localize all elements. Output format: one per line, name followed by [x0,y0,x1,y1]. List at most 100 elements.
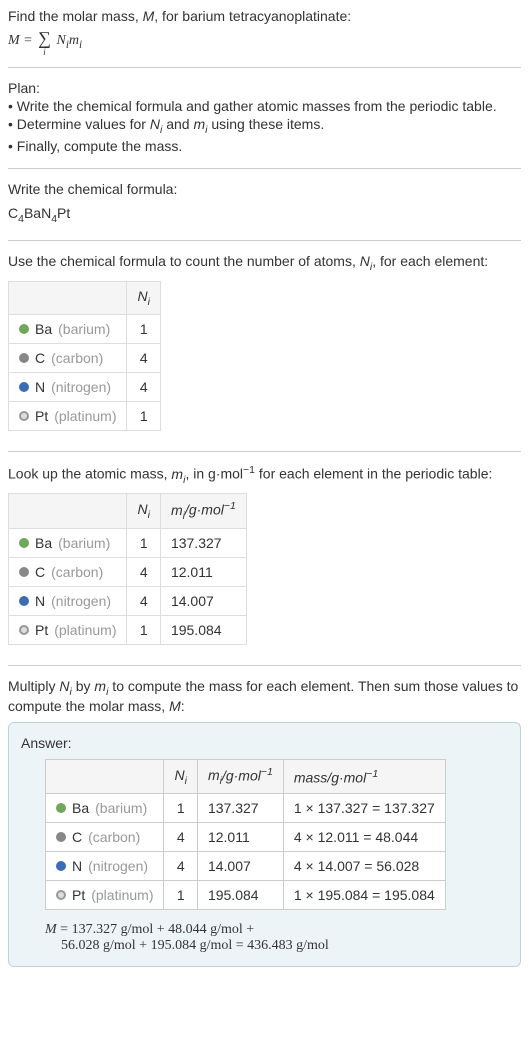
element-symbol: N [35,593,45,609]
mi-value: 137.327 [160,528,246,557]
plan-item: • Finally, compute the mass. [8,138,521,154]
molar-mass-formula: M = ∑ i Nimi [8,28,521,51]
table-header-ni: Ni [127,282,160,315]
chemical-formula: C4BaN4Pt [8,205,521,225]
element-name: (carbon) [88,829,140,845]
element-name: (carbon) [51,564,103,580]
ni-value: 4 [127,343,160,372]
element-dot-icon [19,567,29,577]
table-row: Ba (barium) 1 137.327 [9,528,247,557]
table-row: Pt (platinum) 1 195.084 [9,615,247,644]
answer-desc: Multiply Ni by mi to compute the mass fo… [8,678,521,714]
table-row: Ba (barium) 1 [9,314,161,343]
table-row: C (carbon) 4 [9,343,161,372]
ni-value: 1 [127,528,160,557]
element-name: (barium) [95,800,147,816]
element-name: (nitrogen) [51,593,111,609]
atomic-mass-section: Look up the atomic mass, mi, in g·mol−1 … [8,464,521,666]
table-header-ni: Ni [127,494,160,528]
ni-value: 4 [127,586,160,615]
total-formula: M = 137.327 g/mol + 48.044 g/mol + 56.02… [45,922,508,954]
element-dot-icon [19,596,29,606]
element-dot-icon [19,625,29,635]
element-name: (barium) [58,535,110,551]
ni-value: 1 [127,401,160,430]
element-dot-icon [19,324,29,334]
element-name: (nitrogen) [51,379,111,395]
table-row: N (nitrogen) 4 14.007 4 × 14.007 = 56.02… [46,852,446,881]
element-symbol: Pt [35,408,48,424]
intro-section: Find the molar mass, M, for barium tetra… [8,8,521,68]
plan-section: Plan: • Write the chemical formula and g… [8,80,521,169]
plan-header: Plan: [8,80,521,96]
table-header-ni: Ni [164,759,197,793]
element-symbol: C [72,829,82,845]
mi-value: 195.084 [197,881,283,910]
table-row: N (nitrogen) 4 [9,372,161,401]
mass-value: 1 × 195.084 = 195.084 [283,881,445,910]
table-row: Pt (platinum) 1 195.084 1 × 195.084 = 19… [46,881,446,910]
mi-value: 137.327 [197,794,283,823]
answer-table: Ni mi/g·mol−1 mass/g·mol−1 Ba (barium) 1… [45,759,446,910]
element-symbol: Pt [72,887,85,903]
ni-value: 4 [127,372,160,401]
ni-value: 4 [164,823,197,852]
element-name: (platinum) [54,408,116,424]
table-header-mass: mass/g·mol−1 [283,759,445,793]
mi-value: 12.011 [160,557,246,586]
table-header-mi: mi/g·mol−1 [160,494,246,528]
answer-box: Answer: Ni mi/g·mol−1 mass/g·mol−1 Ba (b… [8,722,521,967]
element-name: (carbon) [51,350,103,366]
element-name: (barium) [58,321,110,337]
plan-item: • Write the chemical formula and gather … [8,98,521,114]
ni-value: 4 [164,852,197,881]
intro-text: Find the molar mass, M, for barium tetra… [8,8,521,24]
atom-count-section: Use the chemical formula to count the nu… [8,253,521,452]
plan-item: • Determine values for Ni and mi using t… [8,116,521,136]
ni-value: 1 [164,881,197,910]
element-name: (platinum) [54,622,116,638]
table-row: C (carbon) 4 12.011 4 × 12.011 = 48.044 [46,823,446,852]
mass-value: 4 × 12.011 = 48.044 [283,823,445,852]
table-row: Pt (platinum) 1 [9,401,161,430]
mi-value: 195.084 [160,615,246,644]
table-header-empty [9,494,127,528]
element-dot-icon [56,832,66,842]
ni-value: 4 [127,557,160,586]
answer-header: Answer: [21,735,508,751]
table-row: C (carbon) 4 12.011 [9,557,247,586]
mass-value: 1 × 137.327 = 137.327 [283,794,445,823]
element-symbol: N [72,858,82,874]
mi-value: 12.011 [197,823,283,852]
element-dot-icon [56,861,66,871]
mass-value: 4 × 14.007 = 56.028 [283,852,445,881]
element-symbol: Ba [72,800,89,816]
element-dot-icon [19,411,29,421]
element-symbol: Pt [35,622,48,638]
element-symbol: Ba [35,535,52,551]
element-symbol: C [35,350,45,366]
chemical-formula-section: Write the chemical formula: C4BaN4Pt [8,181,521,242]
chemical-formula-header: Write the chemical formula: [8,181,521,197]
ni-value: 1 [127,314,160,343]
element-name: (platinum) [91,887,153,903]
atom-count-table: Ni Ba (barium) 1 C (carbon) 4 N (nitroge… [8,281,161,431]
element-dot-icon [19,382,29,392]
mi-value: 14.007 [160,586,246,615]
table-header-empty [46,759,164,793]
element-symbol: C [35,564,45,580]
element-dot-icon [56,803,66,813]
element-dot-icon [19,353,29,363]
answer-section: Multiply Ni by mi to compute the mass fo… [8,678,521,967]
table-row: Ba (barium) 1 137.327 1 × 137.327 = 137.… [46,794,446,823]
table-row: N (nitrogen) 4 14.007 [9,586,247,615]
element-symbol: Ba [35,321,52,337]
element-dot-icon [19,538,29,548]
atom-count-desc: Use the chemical formula to count the nu… [8,253,521,273]
ni-value: 1 [164,794,197,823]
element-name: (nitrogen) [88,858,148,874]
element-symbol: N [35,379,45,395]
atomic-mass-table: Ni mi/g·mol−1 Ba (barium) 1 137.327 C (c… [8,493,247,644]
table-header-empty [9,282,127,315]
table-header-mi: mi/g·mol−1 [197,759,283,793]
